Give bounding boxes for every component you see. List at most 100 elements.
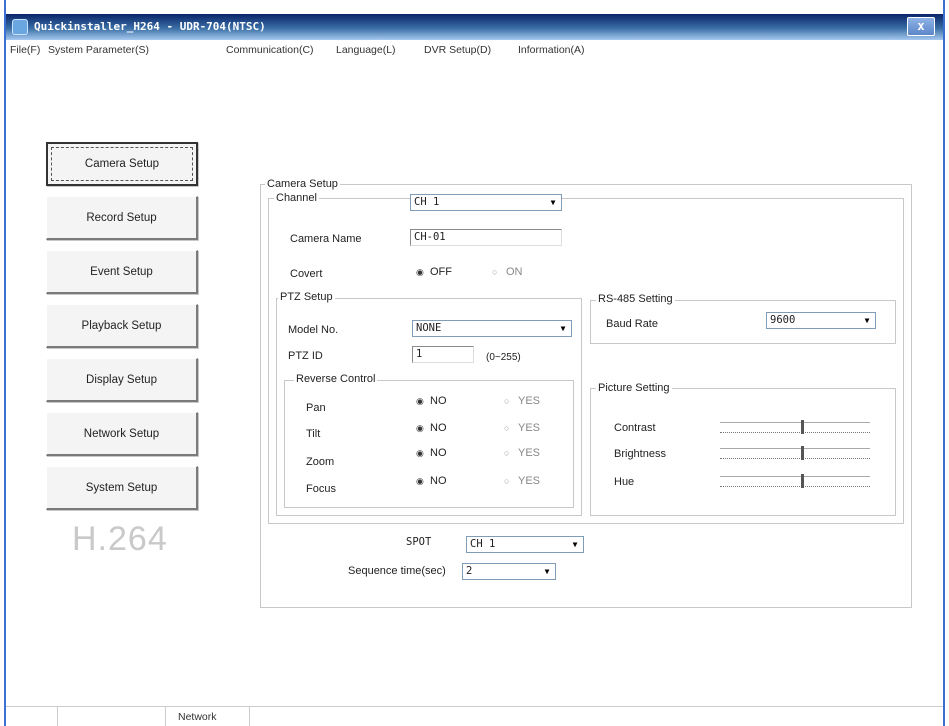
slider-track: [720, 476, 870, 477]
radio-unselected-icon: ○: [504, 448, 510, 458]
sequence-time-label: Sequence time(sec): [348, 565, 446, 577]
spot-select[interactable]: CH 1 ▼: [466, 536, 584, 553]
slider-ticks: [720, 429, 870, 433]
model-no-select[interactable]: NONE ▼: [412, 320, 572, 337]
event-setup-button[interactable]: Event Setup: [46, 250, 198, 294]
chevron-down-icon: ▼: [572, 540, 578, 549]
ptz-id-input[interactable]: 1: [412, 346, 474, 363]
chevron-down-icon: ▼: [544, 567, 550, 576]
network-setup-button[interactable]: Network Setup: [46, 412, 198, 456]
slider-thumb[interactable]: [801, 420, 804, 434]
slider-ticks: [720, 455, 870, 459]
radio-unselected-icon: ○: [492, 267, 498, 277]
spot-value: CH 1: [470, 538, 496, 550]
pan-no-radio[interactable]: ◉ NO: [416, 395, 447, 407]
chevron-down-icon: ▼: [560, 324, 566, 333]
pan-yes-radio[interactable]: ○ YES: [504, 395, 540, 407]
focus-no-radio[interactable]: ◉ NO: [416, 475, 447, 487]
radio-selected-icon: ◉: [416, 267, 424, 277]
slider-track: [720, 448, 870, 449]
hue-slider[interactable]: [720, 474, 870, 490]
contrast-label: Contrast: [614, 422, 656, 434]
menu-bar: File(F) System Parameter(S) Communicatio…: [6, 40, 943, 60]
camera-name-label: Camera Name: [290, 233, 362, 245]
baud-rate-label: Baud Rate: [606, 318, 658, 330]
model-no-label: Model No.: [288, 324, 339, 336]
ptz-id-range: (0~255): [486, 352, 521, 363]
chevron-down-icon: ▼: [864, 316, 870, 325]
app-icon: [12, 19, 28, 35]
tilt-no-label: NO: [430, 422, 447, 434]
tilt-yes-radio[interactable]: ○ YES: [504, 422, 540, 434]
menu-communication[interactable]: Communication(C): [226, 44, 314, 56]
covert-off-radio[interactable]: ◉ OFF: [416, 266, 452, 278]
playback-setup-button[interactable]: Playback Setup: [46, 304, 198, 348]
tilt-label: Tilt: [306, 428, 321, 440]
focus-label: Focus: [306, 483, 336, 495]
reverse-control-title: Reverse Control: [294, 373, 378, 385]
zoom-label: Zoom: [306, 456, 335, 468]
covert-off-label: OFF: [430, 266, 452, 278]
model-no-value: NONE: [416, 322, 442, 334]
window-title: Quickinstaller_H264 - UDR-704(NTSC): [34, 20, 266, 33]
focus-no-label: NO: [430, 475, 447, 487]
menu-system-parameter[interactable]: System Parameter(S): [48, 44, 149, 56]
status-cell-2: [58, 707, 166, 726]
pan-label: Pan: [306, 402, 326, 414]
sequence-time-select[interactable]: 2 ▼: [462, 563, 556, 580]
menu-file[interactable]: File(F): [10, 44, 40, 56]
pan-no-label: NO: [430, 395, 447, 407]
ptz-setup-title: PTZ Setup: [278, 291, 335, 303]
ptz-id-label: PTZ ID: [288, 350, 323, 362]
focus-yes-label: YES: [518, 475, 541, 487]
channel-label: Channel: [274, 192, 319, 204]
radio-unselected-icon: ○: [504, 396, 510, 406]
channel-select[interactable]: CH 1 ▼: [410, 194, 562, 211]
radio-selected-icon: ◉: [416, 448, 424, 458]
tilt-no-radio[interactable]: ◉ NO: [416, 422, 447, 434]
sequence-time-value: 2: [466, 565, 473, 577]
spot-label: SPOT: [406, 536, 432, 548]
rs485-title: RS-485 Setting: [596, 293, 675, 305]
pan-yes-label: YES: [518, 395, 541, 407]
brand-logo: H.264: [72, 520, 168, 558]
covert-on-label: ON: [506, 266, 523, 278]
radio-unselected-icon: ○: [504, 476, 510, 486]
zoom-yes-label: YES: [518, 447, 541, 459]
title-bar: Quickinstaller_H264 - UDR-704(NTSC) x: [6, 14, 943, 40]
zoom-no-label: NO: [430, 447, 447, 459]
baud-rate-select[interactable]: 9600 ▼: [766, 312, 876, 329]
menu-language[interactable]: Language(L): [336, 44, 396, 56]
status-bar: Network: [6, 706, 943, 726]
slider-thumb[interactable]: [801, 446, 804, 460]
radio-unselected-icon: ○: [504, 423, 510, 433]
tilt-yes-label: YES: [518, 422, 541, 434]
covert-on-radio[interactable]: ○ ON: [492, 266, 523, 278]
covert-label: Covert: [290, 268, 323, 280]
radio-selected-icon: ◉: [416, 476, 424, 486]
radio-selected-icon: ◉: [416, 396, 424, 406]
hue-label: Hue: [614, 476, 635, 488]
menu-information[interactable]: Information(A): [518, 44, 585, 56]
baud-rate-value: 9600: [770, 314, 796, 326]
zoom-no-radio[interactable]: ◉ NO: [416, 447, 447, 459]
radio-selected-icon: ◉: [416, 423, 424, 433]
slider-track: [720, 422, 870, 423]
status-network: Network: [166, 707, 250, 726]
brightness-label: Brightness: [614, 448, 666, 460]
menu-dvr-setup[interactable]: DVR Setup(D): [424, 44, 491, 56]
focus-yes-radio[interactable]: ○ YES: [504, 475, 540, 487]
brightness-slider[interactable]: [720, 446, 870, 462]
zoom-yes-radio[interactable]: ○ YES: [504, 447, 540, 459]
slider-thumb[interactable]: [801, 474, 804, 488]
system-setup-button[interactable]: System Setup: [46, 466, 198, 510]
record-setup-button[interactable]: Record Setup: [46, 196, 198, 240]
camera-setup-button[interactable]: Camera Setup: [46, 142, 198, 186]
chevron-down-icon: ▼: [550, 198, 556, 207]
close-button[interactable]: x: [907, 17, 935, 36]
app-window: Quickinstaller_H264 - UDR-704(NTSC) x Fi…: [4, 0, 945, 726]
contrast-slider[interactable]: [720, 420, 870, 436]
camera-name-input[interactable]: CH-01: [410, 229, 562, 246]
picture-setting-title: Picture Setting: [596, 382, 672, 394]
display-setup-button[interactable]: Display Setup: [46, 358, 198, 402]
